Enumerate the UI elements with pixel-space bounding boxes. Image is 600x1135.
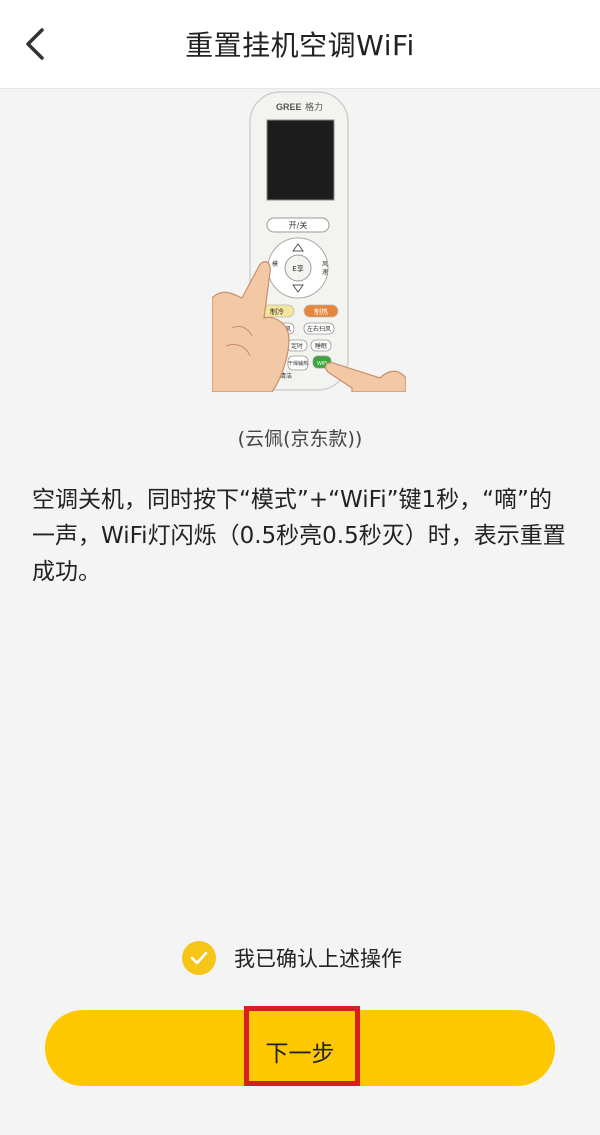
top-bar: 重置挂机空调WiFi	[0, 0, 600, 89]
svg-text:定时: 定时	[291, 342, 303, 350]
svg-text:制热: 制热	[314, 307, 328, 316]
svg-text:GREE: GREE	[276, 102, 302, 112]
check-icon	[190, 951, 208, 965]
gree-logo: GREE 格力	[276, 101, 323, 112]
svg-text:左右扫风: 左右扫风	[307, 325, 331, 333]
confirm-label: 我已确认上述操作	[234, 947, 402, 971]
svg-text:睡眠: 睡眠	[315, 342, 327, 350]
remote-control-illustration: GREE 格力 开/关 E享 风 速 模 制冷 制热 上下扫风 左右扫风 定时 …	[212, 91, 406, 392]
confirm-checkbox-row[interactable]: 我已确认上述操作	[182, 938, 402, 978]
checkbox-checked[interactable]	[182, 941, 216, 975]
model-caption: (云佩(京东款))	[237, 428, 363, 450]
reset-wifi-page: 重置挂机空调WiFi GREE 格力 开/关 E享 风 速 模 制冷 制热 上下…	[0, 0, 600, 1135]
svg-text:E享: E享	[292, 264, 303, 273]
svg-text:制冷: 制冷	[270, 307, 284, 316]
svg-text:开/关: 开/关	[289, 220, 308, 230]
svg-text:干燥辅热: 干燥辅热	[288, 360, 308, 367]
page-title: 重置挂机空调WiFi	[185, 29, 415, 62]
right-hand	[324, 362, 406, 392]
svg-text:格力: 格力	[305, 101, 323, 112]
next-step-button[interactable]: 下一步	[45, 1010, 555, 1086]
svg-text:风: 风	[322, 261, 328, 268]
instruction-text: 空调关机，同时按下“模式”+“WiFi”键1秒，“嘀”的一声，WiFi灯闪烁（0…	[32, 487, 566, 585]
next-step-label: 下一步	[265, 1040, 335, 1066]
svg-text:速: 速	[322, 269, 328, 276]
svg-text:模: 模	[272, 260, 278, 268]
